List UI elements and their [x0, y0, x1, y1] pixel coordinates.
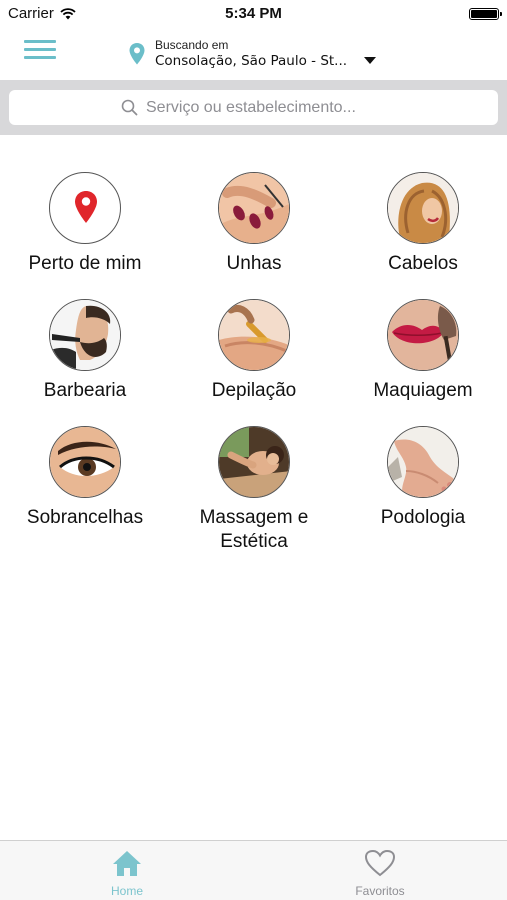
category-barbearia[interactable]: Barbearia [0, 299, 170, 403]
status-time: 5:34 PM [225, 5, 282, 22]
location-label: Buscando em [155, 38, 229, 52]
category-label: Depilação [211, 380, 297, 401]
category-maquiagem[interactable]: Maquiagem [338, 299, 507, 403]
nails-photo [218, 172, 290, 244]
category-depilacao[interactable]: Depilação [169, 299, 339, 403]
hair-photo [387, 172, 459, 244]
menu-icon-line [24, 56, 56, 59]
location-pin-icon [129, 43, 145, 65]
tab-favorites-label: Favoritos [355, 884, 405, 898]
tab-favorites[interactable]: Favoritos [320, 849, 440, 898]
category-label: Sobrancelhas [26, 507, 144, 528]
category-label: Maquiagem [373, 380, 473, 401]
category-label: Podologia [380, 507, 466, 528]
eyebrow-photo [49, 426, 121, 498]
battery-icon [469, 8, 502, 20]
massage-photo [218, 426, 290, 498]
location-pin-icon [49, 172, 121, 244]
search-bar-container [0, 80, 507, 135]
status-bar: Carrier 5:34 PM [0, 0, 507, 28]
search-box[interactable] [9, 90, 498, 125]
menu-icon-line [24, 48, 56, 51]
category-podologia[interactable]: Podologia [338, 426, 507, 530]
category-unhas[interactable]: Unhas [169, 172, 339, 276]
tab-home-label: Home [110, 884, 143, 898]
location-value: Consolação, São Paulo - St... [155, 53, 348, 69]
category-sobrancelhas[interactable]: Sobrancelhas [0, 426, 170, 530]
makeup-photo [387, 299, 459, 371]
category-cabelos[interactable]: Cabelos [338, 172, 507, 276]
chevron-down-icon[interactable] [364, 57, 376, 64]
home-icon [113, 851, 141, 876]
search-input[interactable] [146, 98, 386, 117]
category-perto-de-mim[interactable]: Perto de mim [0, 172, 170, 276]
heart-icon [364, 849, 396, 877]
tab-bar: Home Favoritos [0, 840, 507, 900]
menu-icon-line [24, 40, 56, 43]
tab-home[interactable]: Home [67, 849, 187, 898]
feet-photo [387, 426, 459, 498]
nav-bar: Buscando em Consolação, São Paulo - St..… [0, 28, 507, 80]
category-massagem-estetica[interactable]: Massagem e Estética [169, 426, 339, 554]
menu-button[interactable] [24, 40, 56, 66]
location-selector[interactable]: Buscando em Consolação, São Paulo - St..… [128, 38, 347, 71]
category-label: Massagem e Estética [199, 507, 309, 552]
category-label: Perto de mim [28, 253, 142, 274]
waxing-photo [218, 299, 290, 371]
category-label: Unhas [226, 253, 282, 274]
category-label: Cabelos [388, 253, 458, 274]
category-label: Barbearia [43, 380, 127, 401]
search-icon [121, 99, 138, 116]
barber-photo [49, 299, 121, 371]
